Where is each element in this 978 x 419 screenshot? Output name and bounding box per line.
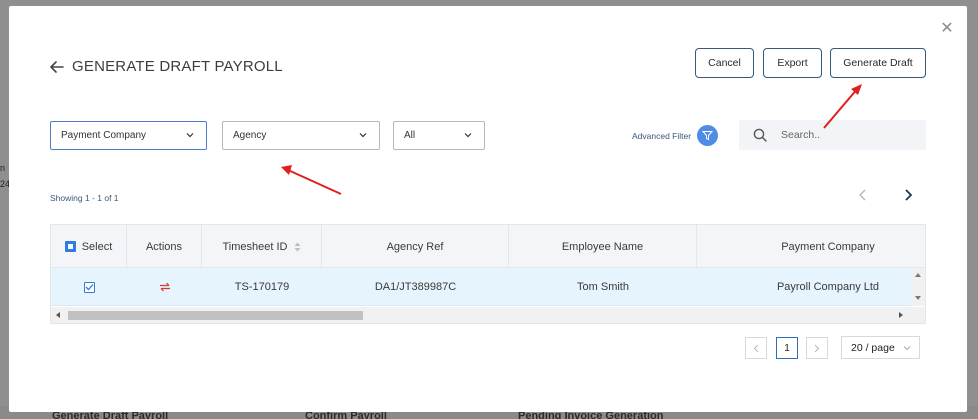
th-timesheet-id[interactable]: Timesheet ID bbox=[202, 225, 322, 268]
prev-page-arrow-icon[interactable] bbox=[856, 187, 870, 203]
chevron-down-icon bbox=[359, 133, 367, 138]
title-row: GENERATE DRAFT PAYROLL bbox=[50, 58, 283, 75]
row-select-cell bbox=[51, 268, 127, 306]
scrollbar-thumb[interactable] bbox=[68, 311, 363, 320]
payment-company-select[interactable]: Payment Company bbox=[50, 121, 207, 150]
row-employee-name: Tom Smith bbox=[577, 281, 629, 293]
pagination-next-button[interactable] bbox=[806, 337, 828, 359]
status-select-value: All bbox=[404, 130, 416, 141]
th-select-label: Select bbox=[81, 240, 113, 253]
search-input[interactable] bbox=[781, 129, 911, 141]
chevron-down-icon bbox=[903, 346, 911, 351]
th-payment-company: Payment Company bbox=[781, 240, 875, 253]
timesheet-table: Select Actions Timesheet ID Agency Ref E… bbox=[50, 224, 926, 324]
next-page-arrow-icon[interactable] bbox=[901, 187, 915, 203]
showing-count: Showing 1 - 1 of 1 bbox=[50, 193, 119, 203]
th-timesheet-id-label: Timesheet ID bbox=[222, 240, 288, 253]
table-row[interactable]: TS-170179 DA1/JT389987C Tom Smith Payrol… bbox=[51, 268, 913, 306]
th-select: Select bbox=[51, 225, 127, 268]
back-arrow-icon[interactable] bbox=[50, 60, 66, 74]
payment-company-select-value: Payment Company bbox=[61, 130, 147, 141]
agency-select-value: Agency bbox=[233, 130, 267, 141]
chevron-down-icon bbox=[464, 133, 472, 138]
advanced-filter-button[interactable]: Advanced Filter bbox=[632, 125, 719, 146]
filter-icon bbox=[697, 125, 719, 146]
sort-icon[interactable] bbox=[294, 242, 301, 252]
row-checkbox[interactable] bbox=[83, 281, 95, 293]
vertical-scrollbar[interactable] bbox=[911, 268, 925, 306]
page-size-select[interactable]: 20 / page bbox=[841, 336, 920, 359]
swap-icon[interactable] bbox=[159, 282, 171, 292]
row-payment-company: Payroll Company Ltd bbox=[776, 281, 880, 293]
generate-draft-payroll-modal: ✕ GENERATE DRAFT PAYROLL Cancel Export G… bbox=[9, 6, 967, 412]
select-all-checkbox[interactable] bbox=[64, 241, 76, 252]
pagination-prev-button[interactable] bbox=[745, 337, 767, 359]
th-actions: Actions bbox=[127, 225, 202, 268]
th-employee-name: Employee Name bbox=[509, 225, 697, 268]
agency-select[interactable]: Agency bbox=[222, 121, 380, 150]
search-icon bbox=[753, 128, 767, 142]
chevron-down-icon bbox=[186, 133, 194, 138]
search-box bbox=[739, 120, 926, 150]
close-icon[interactable]: ✕ bbox=[939, 20, 955, 36]
row-timesheet-id: TS-170179 bbox=[234, 281, 290, 293]
row-actions-cell bbox=[127, 268, 202, 306]
pagination-page-current[interactable]: 1 bbox=[776, 337, 798, 359]
export-button[interactable]: Export bbox=[763, 48, 822, 78]
advanced-filter-label: Advanced Filter bbox=[632, 130, 692, 141]
horizontal-scrollbar[interactable] bbox=[51, 307, 925, 323]
table-header: Select Actions Timesheet ID Agency Ref E… bbox=[51, 225, 925, 268]
generate-draft-button[interactable]: Generate Draft bbox=[830, 48, 926, 78]
th-agency-ref: Agency Ref bbox=[322, 225, 509, 268]
row-agency-ref: DA1/JT389987C bbox=[374, 281, 457, 293]
page-title: GENERATE DRAFT PAYROLL bbox=[72, 58, 283, 75]
cancel-button[interactable]: Cancel bbox=[695, 48, 754, 78]
status-select[interactable]: All bbox=[393, 121, 485, 150]
page-size-value: 20 / page bbox=[851, 341, 895, 354]
